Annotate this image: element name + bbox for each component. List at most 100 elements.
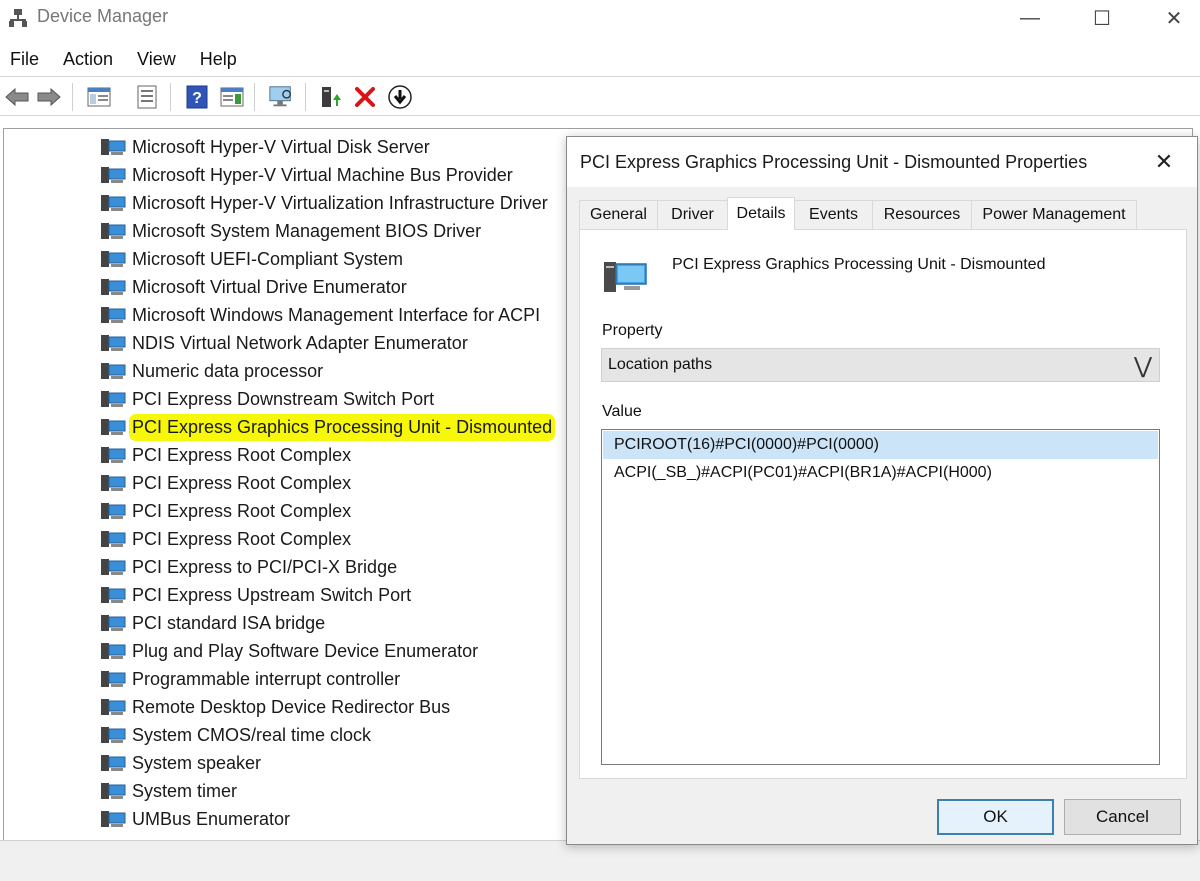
tree-item[interactable]: PCI Express Downstream Switch Port (100, 385, 434, 413)
tree-item-label: Microsoft Virtual Drive Enumerator (132, 276, 407, 297)
close-button[interactable]: ✕ (1134, 0, 1200, 36)
tree-item-label: Microsoft System Management BIOS Driver (132, 220, 482, 241)
system-device-icon (101, 391, 126, 407)
tree-item[interactable]: Plug and Play Software Device Enumerator (100, 637, 478, 665)
system-device-icon (101, 587, 126, 603)
ok-button[interactable]: OK (937, 799, 1054, 835)
tree-item-highlighted[interactable]: PCI Express Graphics Processing Unit - D… (100, 413, 553, 441)
device-manager-window: Device Manager — ☐ ✕ File Action View He… (0, 0, 1200, 881)
tree-item-label: PCI Express Root Complex (132, 472, 352, 493)
tree-item[interactable]: Microsoft Virtual Drive Enumerator (100, 273, 407, 301)
tree-item-label: Programmable interrupt controller (132, 668, 401, 689)
menu-bar: File Action View Help (0, 42, 1200, 76)
window-title: Device Manager (37, 6, 169, 26)
tree-item[interactable]: NDIS Virtual Network Adapter Enumerator (100, 329, 468, 357)
tree-item-label: Numeric data processor (132, 360, 324, 381)
forward-icon[interactable] (36, 84, 62, 110)
system-device-icon (101, 559, 126, 575)
cancel-button[interactable]: Cancel (1064, 799, 1181, 835)
tree-item[interactable]: PCI Express Upstream Switch Port (100, 581, 411, 609)
tree-item[interactable]: Numeric data processor (100, 357, 323, 385)
tree-item[interactable]: System CMOS/real time clock (100, 721, 371, 749)
disable-device-icon[interactable] (387, 84, 413, 110)
device-name: PCI Express Graphics Processing Unit - D… (672, 256, 1046, 273)
value-listbox[interactable]: PCIROOT(16)#PCI(0000)#PCI(0000) ACPI(_SB… (601, 429, 1160, 765)
tree-item-label: Microsoft Hyper-V Virtual Machine Bus Pr… (132, 164, 513, 185)
device-manager-icon (9, 9, 27, 27)
tree-item[interactable]: Microsoft Hyper-V Virtual Disk Server (100, 133, 430, 161)
help-icon[interactable]: ? (184, 84, 210, 110)
toolbar: ? (0, 76, 1200, 116)
system-device-icon (101, 643, 126, 659)
property-dropdown[interactable]: Location paths ⋁ (601, 348, 1160, 382)
display-adapter-icon (604, 262, 647, 292)
action-pane-icon[interactable] (219, 84, 245, 110)
system-device-icon (101, 335, 126, 351)
menu-help[interactable]: Help (200, 49, 237, 70)
uninstall-icon[interactable] (352, 84, 378, 110)
tree-item[interactable]: Remote Desktop Device Redirector Bus (100, 693, 450, 721)
tree-item-label: PCI Express Upstream Switch Port (132, 584, 412, 605)
tab-general[interactable]: General (579, 200, 658, 229)
tree-item-label: Microsoft Hyper-V Virtualization Infrast… (132, 192, 548, 213)
tab-power-management[interactable]: Power Management (971, 200, 1137, 229)
scan-hardware-icon[interactable] (268, 84, 294, 110)
dialog-title-bar: PCI Express Graphics Processing Unit - D… (567, 137, 1197, 187)
tree-item[interactable]: Microsoft Hyper-V Virtualization Infrast… (100, 189, 548, 217)
tree-item-label: PCI Express to PCI/PCI-X Bridge (132, 556, 398, 577)
tree-item[interactable]: PCI Express Root Complex (100, 525, 351, 553)
tree-item[interactable]: Microsoft Windows Management Interface f… (100, 301, 540, 329)
update-driver-icon[interactable] (318, 84, 344, 110)
tree-item[interactable]: PCI Express to PCI/PCI-X Bridge (100, 553, 397, 581)
menu-file[interactable]: File (10, 49, 39, 70)
status-bar (0, 840, 1200, 881)
tree-item[interactable]: PCI Express Root Complex (100, 469, 351, 497)
properties-icon[interactable] (134, 84, 160, 110)
tree-item-label: PCI Express Root Complex (132, 444, 352, 465)
tree-item[interactable]: Microsoft System Management BIOS Driver (100, 217, 481, 245)
menu-view[interactable]: View (137, 49, 176, 70)
tab-details[interactable]: Details (727, 197, 795, 230)
system-device-icon (101, 307, 126, 323)
maximize-button[interactable]: ☐ (1062, 0, 1142, 36)
tree-item[interactable]: PCI standard ISA bridge (100, 609, 325, 637)
show-hide-console-tree-icon[interactable] (86, 84, 112, 110)
tab-events[interactable]: Events (794, 200, 873, 229)
tree-item-label: UMBus Enumerator (132, 808, 291, 829)
dialog-close-button[interactable]: ✕ (1149, 147, 1179, 177)
tree-item[interactable]: Programmable interrupt controller (100, 665, 400, 693)
tree-item-label: Remote Desktop Device Redirector Bus (132, 696, 451, 717)
value-row-selected[interactable]: PCIROOT(16)#PCI(0000)#PCI(0000) (603, 431, 1158, 459)
value-label: Value (602, 403, 642, 420)
property-label: Property (602, 322, 663, 339)
tree-item-label: PCI Express Root Complex (132, 528, 352, 549)
value-row[interactable]: ACPI(_SB_)#ACPI(PC01)#ACPI(BR1A)#ACPI(H0… (603, 459, 1158, 487)
tree-item-label: Microsoft Windows Management Interface f… (132, 304, 541, 325)
system-device-icon (101, 419, 126, 435)
tab-resources[interactable]: Resources (872, 200, 972, 229)
tree-item-label: System CMOS/real time clock (132, 724, 372, 745)
system-device-icon (101, 615, 126, 631)
menu-action[interactable]: Action (63, 49, 113, 70)
tree-item[interactable]: PCI Express Root Complex (100, 497, 351, 525)
tree-item[interactable]: Microsoft Hyper-V Virtual Machine Bus Pr… (100, 161, 513, 189)
system-device-icon (101, 727, 126, 743)
tree-item-label: Microsoft Hyper-V Virtual Disk Server (132, 136, 430, 157)
system-device-icon (101, 279, 126, 295)
tree-item[interactable]: UMBus Enumerator (100, 805, 290, 833)
system-device-icon (101, 447, 126, 463)
system-device-icon (101, 503, 126, 519)
tree-item-label: PCI Express Root Complex (132, 500, 352, 521)
system-device-icon (101, 167, 126, 183)
system-device-icon (101, 811, 126, 827)
back-icon[interactable] (4, 84, 30, 110)
system-device-icon (101, 699, 126, 715)
tree-item[interactable]: System timer (100, 777, 237, 805)
tree-item[interactable]: PCI Express Root Complex (100, 441, 351, 469)
tab-driver[interactable]: Driver (657, 200, 728, 229)
tree-item-label: PCI standard ISA bridge (132, 612, 326, 633)
tree-item[interactable]: Microsoft UEFI-Compliant System (100, 245, 403, 273)
system-device-icon (101, 363, 126, 379)
tree-item[interactable]: System speaker (100, 749, 261, 777)
minimize-button[interactable]: — (990, 0, 1070, 36)
